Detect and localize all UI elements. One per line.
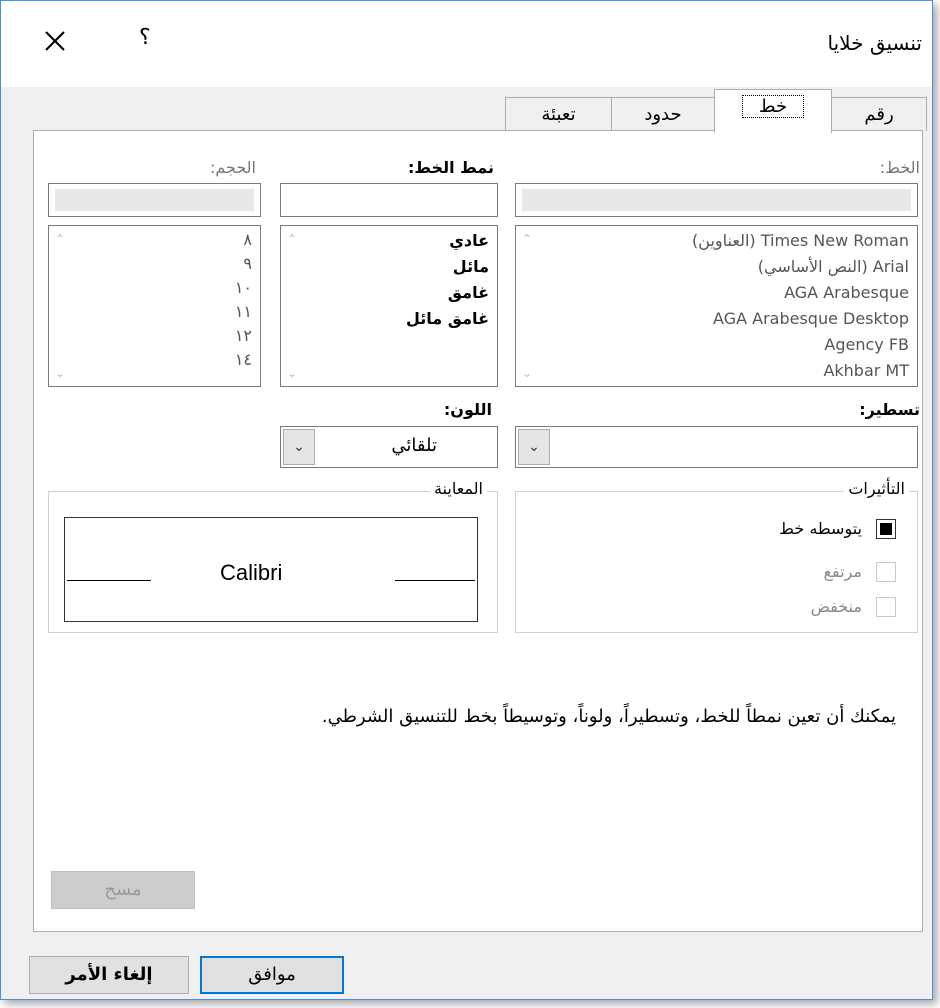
list-item[interactable]: مائل [406,254,489,280]
effects-legend: التأثيرات [844,479,909,498]
font-input-value [522,189,911,211]
list-item[interactable]: ٩ [235,252,252,276]
title-bar: تنسيق خلايا ؟ [1,1,932,87]
font-style-label: نمط الخط: [408,158,494,177]
scroll-down-icon[interactable]: ⌄ [55,366,65,380]
preview-line-left [67,580,151,581]
size-input[interactable] [48,183,261,217]
tab-number-label: رقم [864,104,894,125]
list-item[interactable]: Agency FB [692,332,909,358]
color-select[interactable]: ⌄ تلقائي [280,426,498,468]
font-list[interactable]: ⌃ ⌄ Times New Roman (العناوين) Arial (ال… [515,225,918,387]
cancel-button[interactable]: إلغاء الأمر [29,956,189,994]
strikethrough-label[interactable]: يتوسطه خط [779,519,862,538]
color-value: تلقائي [391,435,437,456]
list-item[interactable]: غامق [406,280,489,306]
superscript-checkbox[interactable] [876,562,896,582]
description-text: يمكنك أن تعين نمطاً للخط، وتسطيراً، ولون… [321,706,896,727]
list-item[interactable]: Arial (النص الأساسي) [692,254,909,280]
chevron-down-icon[interactable]: ⌄ [518,429,550,465]
preview-box: Calibri [64,517,478,622]
list-item[interactable]: غامق مائل [406,306,489,332]
scroll-up-icon[interactable]: ⌃ [287,232,297,246]
font-label: الخط: [879,158,920,177]
preview-text: Calibri [220,560,283,585]
size-list-scrollbar[interactable]: ⌃ ⌄ [49,226,75,386]
tab-font-label: خط [741,95,805,118]
tab-border[interactable]: حدود [611,97,715,131]
list-item[interactable]: ١٢ [235,324,252,348]
tab-bar: رقم خط حدود تعبئة [1,87,932,133]
chevron-down-icon[interactable]: ⌄ [283,429,315,465]
list-item[interactable]: AGA Arabesque [692,280,909,306]
underline-select[interactable]: ⌄ [515,426,918,468]
tab-fill[interactable]: تعبئة [505,97,612,131]
list-item[interactable]: AGA Arabesque Desktop [692,306,909,332]
strikethrough-checkbox[interactable] [876,519,896,539]
subscript-label[interactable]: منخفض [811,597,862,616]
color-label: اللون: [443,400,492,419]
scroll-up-icon[interactable]: ⌃ [522,232,532,246]
font-list-scrollbar[interactable]: ⌃ ⌄ [516,226,542,386]
preview-legend: المعاينة [429,479,487,498]
font-input[interactable] [515,183,918,217]
tab-fill-label: تعبئة [541,104,576,125]
size-input-value [55,189,254,211]
list-item[interactable]: عادي [406,228,489,254]
help-button[interactable]: ؟ [139,25,151,50]
close-icon [45,31,65,51]
subscript-checkbox[interactable] [876,597,896,617]
superscript-label[interactable]: مرتفع [824,562,862,581]
tab-number[interactable]: رقم [831,97,927,131]
tab-font[interactable]: خط [714,89,832,133]
preview-line-right [395,580,475,581]
clear-button[interactable]: مسح [51,871,195,909]
format-cells-dialog: تنسيق خلايا ؟ رقم خط حدود تعبئة الخط: ⌃ … [0,0,933,1000]
list-item[interactable]: ٨ [235,228,252,252]
list-item[interactable]: ١١ [235,300,252,324]
scroll-down-icon[interactable]: ⌄ [522,366,532,380]
size-list[interactable]: ⌃ ⌄ ٨ ٩ ١٠ ١١ ١٢ ١٤ [48,225,261,387]
list-item[interactable]: ١٤ [235,348,252,372]
tab-border-label: حدود [644,104,682,125]
scroll-down-icon[interactable]: ⌄ [287,366,297,380]
close-button[interactable] [41,27,69,55]
list-item[interactable]: ١٠ [235,276,252,300]
list-item[interactable]: Times New Roman (العناوين) [692,228,909,254]
font-style-input[interactable] [280,183,498,217]
font-style-scrollbar[interactable]: ⌃ ⌄ [281,226,307,386]
checkmark-icon [880,523,892,535]
font-style-input-value [287,189,491,211]
font-style-list[interactable]: ⌃ ⌄ عادي مائل غامق غامق مائل [280,225,498,387]
dialog-title: تنسيق خلايا [827,31,922,55]
underline-label: تسطير: [859,400,920,419]
list-item[interactable]: Akhbar MT [692,358,909,384]
size-label: الحجم: [209,158,256,177]
scroll-up-icon[interactable]: ⌃ [55,232,65,246]
ok-button[interactable]: موافق [200,956,344,994]
